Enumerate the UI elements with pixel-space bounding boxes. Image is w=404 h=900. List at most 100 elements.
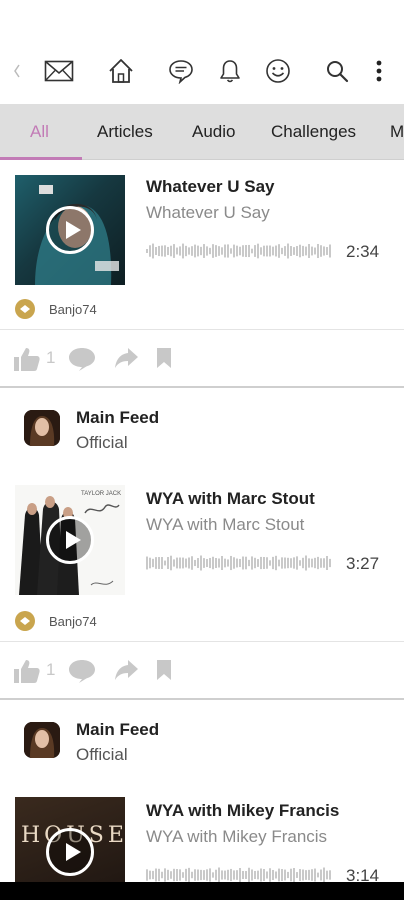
- track-title[interactable]: WYA with Marc Stout: [146, 489, 315, 509]
- waveform-bar: [254, 557, 256, 569]
- waveform-bar: [194, 869, 196, 881]
- like-icon[interactable]: [13, 658, 41, 684]
- waveform-bar: [200, 869, 202, 881]
- waveform-bar: [281, 557, 283, 569]
- waveform-bar: [242, 556, 244, 570]
- tab-challenges[interactable]: Challenges: [271, 104, 356, 159]
- waveform-bar: [230, 248, 232, 254]
- waveform-bar: [233, 244, 235, 258]
- comment-icon[interactable]: [67, 658, 97, 684]
- feed-name[interactable]: Main Feed: [76, 408, 159, 428]
- waveform-bar: [224, 244, 226, 258]
- tab-articles[interactable]: Articles: [97, 104, 153, 159]
- search-icon[interactable]: [322, 56, 352, 86]
- waveform-bar: [302, 869, 304, 881]
- home-icon[interactable]: [106, 56, 136, 86]
- waveform-bar: [176, 869, 178, 881]
- waveform-bar: [245, 556, 247, 570]
- waveform-bar: [230, 868, 232, 882]
- track-duration: 2:34: [346, 242, 380, 261]
- play-button[interactable]: [46, 828, 94, 876]
- feed-name[interactable]: Main Feed: [76, 720, 159, 740]
- feed-avatar[interactable]: [24, 410, 60, 446]
- waveform-bar: [146, 869, 148, 881]
- tab-audio[interactable]: Audio: [192, 104, 235, 159]
- share-icon[interactable]: [113, 346, 139, 370]
- waveform-bar: [164, 868, 166, 882]
- post-separator: [0, 386, 404, 388]
- bookmark-icon[interactable]: [155, 346, 173, 370]
- waveform-bar: [314, 557, 316, 569]
- like-count: 1: [46, 660, 56, 679]
- waveform-bar: [290, 246, 292, 256]
- chat-icon[interactable]: [166, 56, 196, 86]
- track-title[interactable]: Whatever U Say: [146, 177, 275, 197]
- feed-type: Official: [76, 745, 128, 764]
- waveform-bar: [197, 869, 199, 881]
- album-cover[interactable]: TAYLOR JACK: [15, 485, 125, 595]
- waveform-bar: [320, 869, 322, 881]
- waveform-bar: [236, 870, 238, 880]
- waveform-bar: [302, 245, 304, 257]
- waveform-bar: [173, 559, 175, 567]
- waveform-bar: [185, 245, 187, 257]
- waveform-bar: [329, 870, 331, 880]
- album-cover[interactable]: HOUSE: [15, 797, 125, 882]
- bookmark-icon[interactable]: [155, 658, 173, 682]
- feed-type: Official: [76, 433, 128, 452]
- track-title[interactable]: WYA with Mikey Francis: [146, 801, 339, 821]
- play-button[interactable]: [46, 516, 94, 564]
- waveform-bar: [149, 870, 151, 880]
- comment-icon[interactable]: [67, 346, 97, 372]
- share-icon[interactable]: [113, 658, 139, 682]
- waveform-bar: [287, 557, 289, 569]
- waveform-bar: [227, 559, 229, 567]
- waveform-bar: [182, 872, 184, 878]
- waveform-bar: [218, 867, 220, 882]
- author-row[interactable]: Banjo74: [15, 611, 97, 631]
- audio-feed[interactable]: Whatever U Say Whatever U Say 2:34 Banjo…: [0, 160, 404, 882]
- album-cover[interactable]: [15, 175, 125, 285]
- like-icon[interactable]: [13, 346, 41, 372]
- waveform-bar: [251, 556, 253, 570]
- author-row[interactable]: Banjo74: [15, 299, 97, 319]
- feed-header[interactable]: Main Feed Official: [0, 712, 404, 772]
- play-button[interactable]: [46, 206, 94, 254]
- waveform-bar: [257, 559, 259, 567]
- waveform-bar: [167, 557, 169, 569]
- audio-waveform[interactable]: [146, 553, 336, 573]
- audio-waveform[interactable]: [146, 241, 336, 261]
- feed-header[interactable]: Main Feed Official: [0, 400, 404, 460]
- waveform-bar: [251, 869, 253, 881]
- waveform-bar: [251, 248, 253, 254]
- waveform-bar: [191, 871, 193, 879]
- waveform-bar: [260, 247, 262, 255]
- category-tab-bar: All Articles Audio Challenges M: [0, 104, 404, 160]
- waveform-bar: [158, 245, 160, 257]
- waveform-bar: [242, 870, 244, 880]
- waveform-bar: [185, 558, 187, 568]
- feed-avatar[interactable]: [24, 722, 60, 758]
- waveform-bar: [314, 868, 316, 882]
- waveform-bar: [188, 247, 190, 255]
- tab-all[interactable]: All: [30, 104, 49, 159]
- tab-more-partial[interactable]: M: [390, 104, 404, 159]
- waveform-bar: [245, 245, 247, 257]
- waveform-bar: [152, 870, 154, 880]
- waveform-bar: [179, 869, 181, 881]
- waveform-bar: [155, 868, 157, 882]
- waveform-bar: [155, 247, 157, 255]
- more-vertical-icon[interactable]: [364, 56, 394, 86]
- audio-waveform[interactable]: [146, 865, 336, 882]
- waveform-bar: [221, 870, 223, 880]
- waveform-bar: [248, 559, 250, 567]
- smiley-icon[interactable]: [263, 56, 293, 86]
- top-toolbar: [0, 0, 404, 104]
- waveform-bar: [212, 872, 214, 878]
- waveform-bar: [212, 244, 214, 258]
- bell-icon[interactable]: [215, 56, 245, 86]
- mail-icon[interactable]: [44, 56, 74, 86]
- waveform-bar: [152, 243, 154, 259]
- waveform-bar: [305, 246, 307, 256]
- waveform-bar: [209, 557, 211, 569]
